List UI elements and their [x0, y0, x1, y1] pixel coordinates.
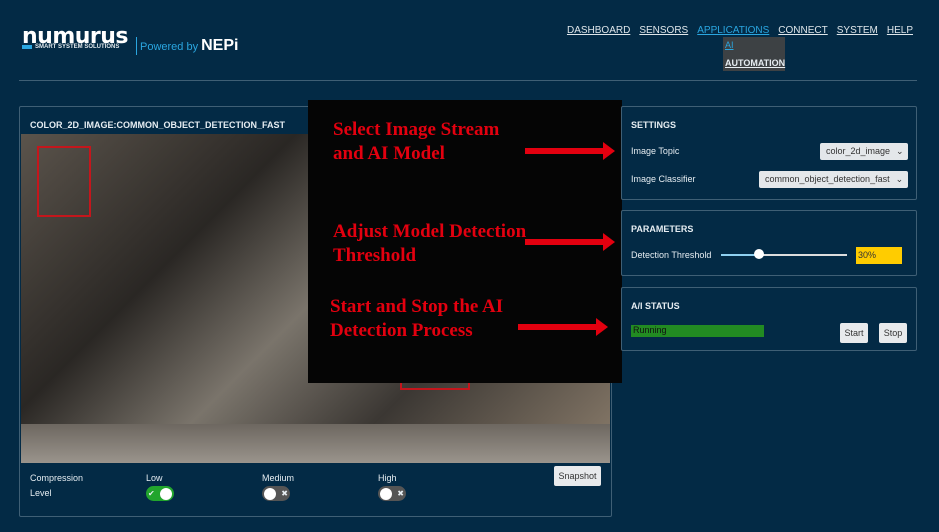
submenu-ai[interactable]: AI: [725, 40, 783, 50]
image-topic-label: Image Topic: [631, 146, 680, 156]
high-label: High: [378, 473, 397, 483]
low-label: Low: [146, 473, 163, 483]
image-topic-select[interactable]: color_2d_image ⌄: [820, 143, 908, 160]
status-indicator: Running: [631, 325, 764, 337]
nav-applications[interactable]: APPLICATIONS: [697, 25, 769, 36]
nav-help[interactable]: HELP: [887, 25, 913, 36]
classifier-label: Image Classifier: [631, 174, 696, 184]
slider-thumb[interactable]: [753, 249, 764, 259]
arrow-icon: [518, 318, 608, 336]
x-icon: ✖: [397, 489, 404, 498]
high-toggle[interactable]: ✖: [378, 486, 406, 501]
status-panel: A/I STATUS Running Start Stop: [621, 287, 917, 351]
arrow-icon: [525, 142, 615, 160]
annotation-select: Select Image Stream and AI Model: [333, 119, 500, 164]
nepi-brand: NEPi: [201, 37, 239, 54]
applications-submenu: AI AUTOMATION: [723, 37, 785, 71]
track-ballast: [21, 424, 610, 463]
nav-system[interactable]: SYSTEM: [837, 25, 878, 36]
snapshot-button[interactable]: Snapshot: [554, 466, 601, 486]
medium-toggle[interactable]: ✖: [262, 486, 290, 501]
powered-by: Powered by NEPi: [136, 37, 238, 55]
low-toggle[interactable]: ✔: [146, 486, 174, 501]
status-title: A/I STATUS: [631, 301, 680, 311]
annotation-threshold: Adjust Model Detection Threshold: [333, 221, 527, 266]
powered-by-text: Powered by: [140, 41, 199, 53]
detection-box: [37, 146, 91, 217]
settings-panel: SETTINGS Image Topic color_2d_image ⌄ Ima…: [621, 106, 917, 200]
chevron-down-icon: ⌄: [895, 174, 904, 184]
compression-level-label: Level: [30, 488, 52, 498]
header-divider: [19, 80, 917, 81]
nav-connect[interactable]: CONNECT: [778, 25, 827, 36]
parameters-panel: PARAMETERS Detection Threshold 30%: [621, 210, 917, 276]
submenu-automation[interactable]: AUTOMATION: [725, 58, 785, 68]
parameters-title: PARAMETERS: [631, 224, 694, 234]
medium-label: Medium: [262, 473, 295, 483]
image-title: COLOR_2D_IMAGE:COMMON_OBJECT_DETECTION_F…: [30, 120, 286, 130]
annotation-overlay: Select Image Stream and AI Model Adjust …: [308, 100, 622, 383]
tagline-text: SMART SYSTEM SOLUTIONS: [35, 44, 120, 50]
settings-title: SETTINGS: [631, 120, 677, 130]
compression-label: Compression: [30, 473, 84, 483]
classifier-select[interactable]: common_object_detection_fast ⌄: [759, 171, 908, 188]
start-button[interactable]: Start: [840, 323, 868, 343]
arrow-icon: [525, 233, 615, 251]
annotation-start-stop: Start and Stop the AI Detection Process: [330, 296, 504, 341]
chevron-down-icon: ⌄: [896, 146, 904, 156]
stop-button[interactable]: Stop: [879, 323, 907, 343]
check-icon: ✔: [148, 489, 155, 498]
threshold-slider[interactable]: [721, 249, 847, 259]
nav-sensors[interactable]: SENSORS: [639, 25, 688, 36]
classifier-value: common_object_detection_fast: [765, 174, 890, 184]
nav-dashboard[interactable]: DASHBOARD: [567, 25, 630, 36]
logo-tagline: SMART SYSTEM SOLUTIONS: [22, 44, 119, 50]
top-nav: DASHBOARD SENSORS APPLICATIONS CONNECT S…: [567, 25, 913, 36]
threshold-value[interactable]: 30%: [856, 247, 902, 264]
threshold-label: Detection Threshold: [631, 250, 712, 260]
image-topic-value: color_2d_image: [826, 146, 891, 156]
x-icon: ✖: [281, 489, 288, 498]
